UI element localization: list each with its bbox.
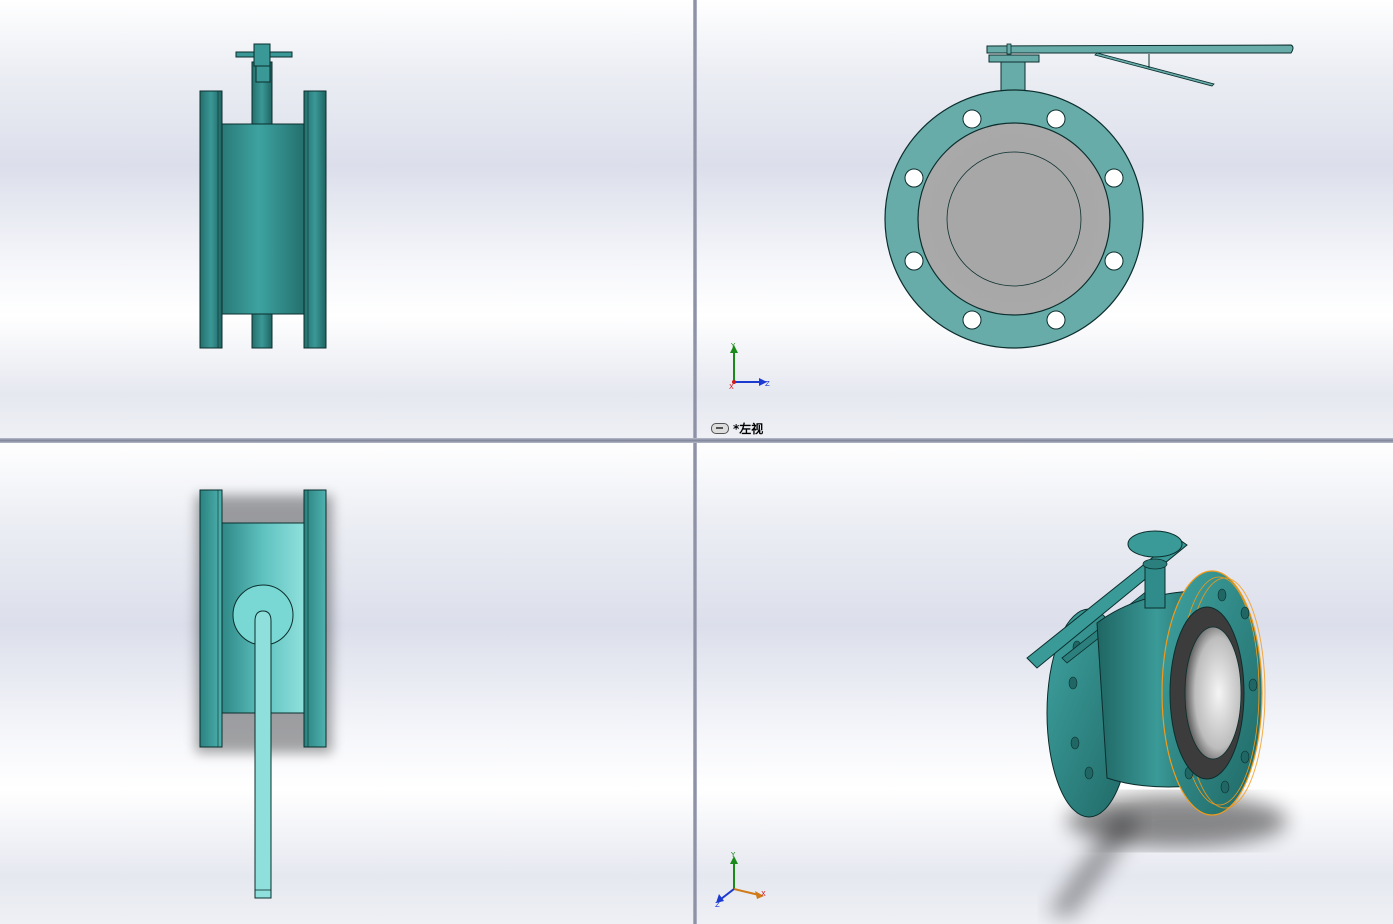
axis-y-label: Y — [730, 342, 736, 350]
valve-left-view-model[interactable]: Y X Z — [697, 0, 1393, 438]
axis-z-label: Z — [765, 380, 770, 388]
viewport-divider-vertical[interactable] — [693, 0, 697, 924]
viewport-top-view[interactable] — [0, 0, 693, 438]
top-plate — [988, 54, 1040, 63]
top-plate — [1127, 530, 1183, 558]
axis-y-label-iso: Y — [730, 851, 736, 859]
valve-body — [221, 123, 305, 315]
viewport-divider-horizontal[interactable] — [0, 438, 1393, 443]
link-view-icon[interactable] — [711, 423, 729, 434]
view-name-text: *左视 — [733, 422, 764, 436]
viewport-isometric-view[interactable]: Y Z X — [697, 443, 1393, 924]
axis-z-label-iso: Z — [715, 901, 720, 909]
viewport-front-view[interactable] — [0, 443, 693, 924]
axis-x-label-iso: X — [761, 890, 766, 898]
stem-neck — [1000, 61, 1026, 93]
view-name-label[interactable]: *左视 — [711, 420, 763, 437]
coordinate-triad: Y X Z — [729, 342, 770, 391]
left-flange — [199, 489, 223, 748]
valve-disc — [946, 151, 1082, 287]
handle-lever — [254, 610, 272, 899]
valve-front-view-model[interactable] — [0, 443, 693, 924]
viewport-left-view[interactable]: Y X Z *左视 — [697, 0, 1393, 438]
bottom-stem — [251, 313, 273, 349]
axis-x-label: X — [729, 383, 734, 391]
left-flange — [199, 90, 223, 349]
right-flange — [303, 90, 327, 349]
valve-top-view-model[interactable] — [0, 0, 693, 438]
coordinate-triad-iso: Y Z X — [715, 851, 766, 909]
valve-stem — [1144, 562, 1166, 609]
handle-lever — [986, 44, 1294, 54]
right-flange — [303, 489, 327, 748]
valve-isometric-model[interactable]: Y Z X — [697, 443, 1393, 924]
